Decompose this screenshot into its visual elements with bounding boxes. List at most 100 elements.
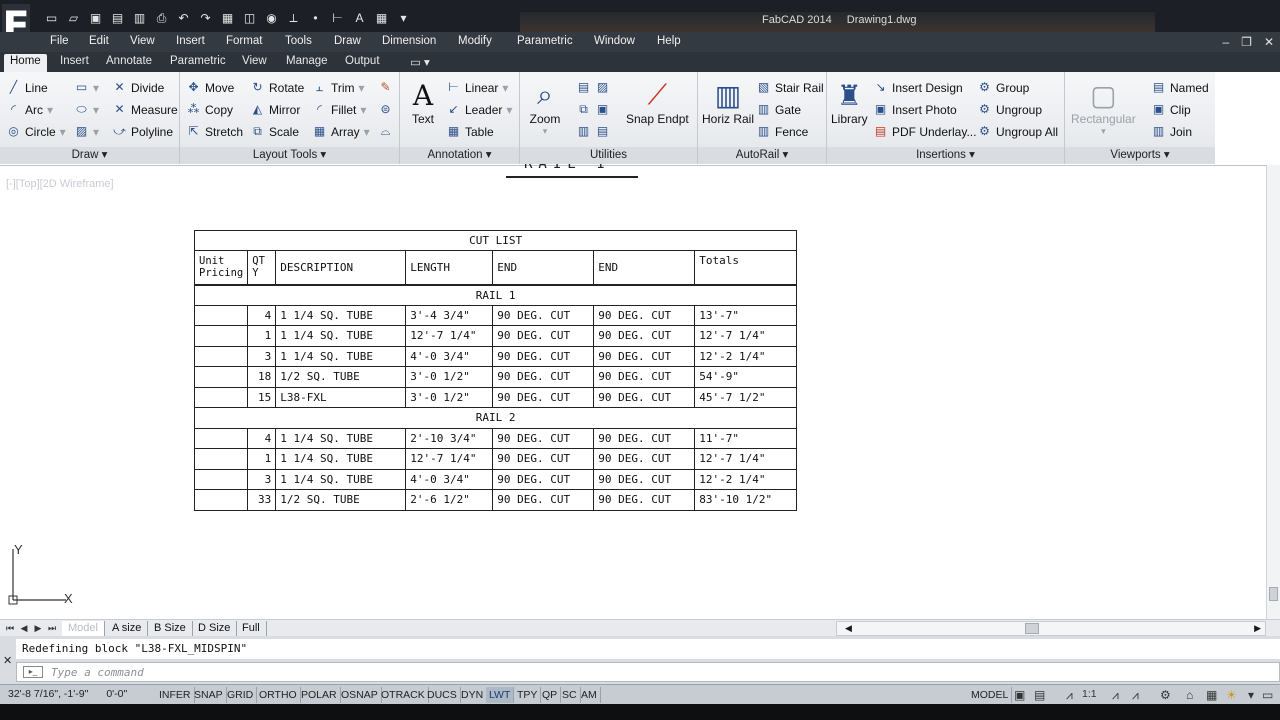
tab-b-size[interactable]: B Size [148, 621, 193, 636]
group-button[interactable]: ⚙ Group [977, 80, 1029, 95]
cell-unit-pricing[interactable] [193, 366, 249, 388]
stair-rail-button[interactable]: ▧ Stair Rail [756, 80, 824, 95]
workspace-gear-icon[interactable]: ⚙ [1160, 688, 1171, 702]
annotation-visibility-icon[interactable]: ⩘ [1112, 688, 1119, 703]
toggle-snap[interactable]: SNAP [191, 687, 227, 703]
rectangular-button[interactable]: ▢ Rectangular ▾ [1071, 78, 1136, 137]
workspace-switcher-icon[interactable]: ▭ ▾ [404, 54, 436, 72]
table-row[interactable]: 18 1/2 SQ. TUBE 3'-0 1/2" 90 DEG. CUT 90 DEG… [193, 366, 798, 388]
mirror-button[interactable]: ◭ Mirror [250, 102, 300, 117]
status-menu-icon[interactable]: ▾ [1248, 688, 1254, 702]
coordinate-readout[interactable]: 32'-8 7/16", -1'-9" 0'-0" [8, 688, 145, 700]
cell-length[interactable]: 3'-0 1/2" [405, 366, 494, 388]
publish-icon[interactable]: ▥ [130, 9, 149, 28]
toggle-lwt[interactable]: LWT [486, 687, 515, 703]
lock-icon[interactable]: ⌂ [1186, 688, 1193, 702]
trim-button[interactable]: ⫠ Trim ▾ [312, 80, 365, 95]
cell-length[interactable]: 4'-0 3/4" [405, 345, 494, 367]
tab-a-size[interactable]: A size [106, 621, 149, 636]
menu-dimension[interactable]: Dimension [382, 35, 436, 47]
horizontal-scrollbar[interactable]: ◀ ▶ [836, 621, 1266, 636]
cell-length[interactable]: 4'-0 3/4" [405, 468, 494, 490]
cell-end-1[interactable]: 90 DEG. CUT [492, 427, 595, 449]
toggle-qp[interactable]: QP [539, 687, 562, 703]
close-icon[interactable]: ✕ [3, 654, 12, 667]
cell-description[interactable]: 1 1/4 SQ. TUBE [275, 427, 407, 449]
cell-description[interactable]: 1 1/4 SQ. TUBE [275, 468, 407, 490]
arc-button[interactable]: ◜ Arc ▾ [6, 102, 53, 117]
pdf-underlay-button[interactable]: ▤ PDF Underlay... [873, 124, 977, 139]
close-icon[interactable]: ✕ [1264, 35, 1274, 49]
undo-icon[interactable]: ↶ [174, 9, 193, 28]
cell-unit-pricing[interactable] [193, 468, 249, 490]
cell-length[interactable]: 2'-6 1/2" [405, 489, 494, 511]
cell-end-1[interactable]: 90 DEG. CUT [492, 468, 595, 490]
cell-description[interactable]: 1 1/4 SQ. TUBE [275, 448, 407, 470]
text-button[interactable]: A Text [406, 78, 440, 127]
ungroup-all-button[interactable]: ⚙ Ungroup All [977, 124, 1058, 139]
cell-end-2[interactable]: 90 DEG. CUT [593, 366, 696, 388]
vscroll-thumb[interactable] [1269, 587, 1278, 601]
quick-view-drawings-icon[interactable]: ▤ [1034, 688, 1045, 702]
toggle-ortho[interactable]: ORTHO [256, 687, 301, 703]
panel-viewports-title[interactable]: Viewports ▾ [1065, 147, 1215, 164]
properties-icon[interactable]: ▦ [218, 9, 237, 28]
cell-unit-pricing[interactable] [193, 386, 249, 408]
toggle-polar[interactable]: POLAR [298, 687, 341, 703]
cut-list-table[interactable]: CUT LIST Unit Pricing QT Y DESCRIPTION LENGT… [193, 230, 798, 511]
menu-insert[interactable]: Insert [176, 35, 205, 47]
scale-button[interactable]: ⧉ Scale [250, 124, 299, 139]
cell-qty[interactable]: 3 [247, 345, 277, 367]
quick-view-layouts-icon[interactable]: ▣ [1014, 688, 1025, 702]
circle-button[interactable]: ◎ Circle ▾ [6, 124, 65, 139]
cell-description[interactable]: 1/2 SQ. TUBE [275, 489, 407, 511]
tab-parametric[interactable]: Parametric [164, 54, 232, 72]
last-tab-icon[interactable]: ⏭ [46, 622, 58, 635]
tab-annotate[interactable]: Annotate [100, 54, 158, 72]
move-button[interactable]: ✥ Move [186, 80, 234, 95]
circle-icon[interactable]: ◉ [262, 9, 281, 28]
measure-button[interactable]: ✕ Measure [112, 102, 177, 117]
vertical-scrollbar[interactable] [1266, 165, 1280, 619]
list-button[interactable]: ▤ ▨ [576, 80, 610, 95]
model-space-button[interactable]: MODEL [968, 687, 1013, 703]
hscroll-thumb[interactable] [1025, 623, 1039, 634]
save-icon[interactable]: ▣ [86, 9, 105, 28]
tab-view[interactable]: View [236, 54, 273, 72]
named-button[interactable]: ▤ Named [1151, 80, 1209, 95]
rectangle-button[interactable]: ▭ ▾ [74, 80, 99, 95]
drawing-canvas[interactable]: [-][Top][2D Wireframe] RAIL 1 CUT LIST Un… [0, 164, 1266, 619]
gate-button[interactable]: ▥ Gate [756, 102, 801, 117]
divide-button[interactable]: ✕ Divide [112, 80, 164, 95]
menu-modify[interactable]: Modify [458, 35, 492, 47]
table-row[interactable]: 41 1/4 SQ. TUBE 2'-10 3/4" 90 DEG. CUT 90 D… [193, 427, 798, 449]
redo-icon[interactable]: ↷ [196, 9, 215, 28]
command-input-box[interactable]: ▸_ [16, 662, 1280, 682]
cell-length[interactable]: 2'-10 3/4" [405, 427, 494, 449]
cell-qty[interactable]: 4 [247, 427, 277, 449]
cell-description[interactable]: 1 1/4 SQ. TUBE [275, 325, 407, 347]
menu-edit[interactable]: Edit [89, 35, 109, 47]
cell-qty[interactable]: 3 [247, 468, 277, 490]
cell-end-1[interactable]: 90 DEG. CUT [492, 489, 595, 511]
cell-end-2[interactable]: 90 DEG. CUT [593, 325, 696, 347]
panel-annotation-title[interactable]: Annotation ▾ [400, 147, 519, 164]
cell-total[interactable]: 12'-7 1/4" [694, 325, 798, 347]
cell-end-1[interactable]: 90 DEG. CUT [492, 325, 595, 347]
annotation-scale[interactable]: 1:1 [1082, 688, 1097, 700]
copyclip-button[interactable]: ⧉ ▣ [576, 102, 610, 117]
minimize-icon[interactable]: – [1222, 35, 1229, 49]
viewport-label[interactable]: [-][Top][2D Wireframe] [6, 178, 114, 190]
properties-button[interactable]: ▥ ▤ [576, 124, 610, 139]
linear-button[interactable]: ⊢ Linear ▾ [446, 80, 508, 95]
restore-icon[interactable]: ❐ [1241, 35, 1252, 49]
cell-end-2[interactable]: 90 DEG. CUT [593, 468, 696, 490]
saveas-icon[interactable]: ▤ [108, 9, 127, 28]
cell-end-2[interactable]: 90 DEG. CUT [593, 386, 696, 408]
cell-end-1[interactable]: 90 DEG. CUT [492, 386, 595, 408]
cell-end-2[interactable]: 90 DEG. CUT [593, 448, 696, 470]
cell-unit-pricing[interactable] [193, 304, 249, 326]
array-button[interactable]: ▦ Array ▾ [312, 124, 370, 139]
tab-d-size[interactable]: D Size [192, 621, 238, 636]
cell-total[interactable]: 12'-2 1/4" [694, 468, 798, 490]
